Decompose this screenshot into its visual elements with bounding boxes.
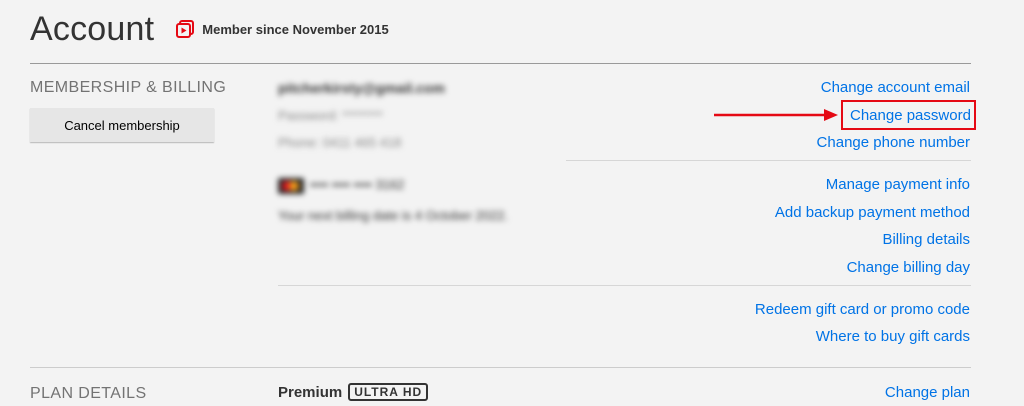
where-to-buy-gift-cards-link[interactable]: Where to buy gift cards — [816, 328, 970, 345]
plan-name: Premium — [278, 383, 343, 401]
section-divider — [30, 367, 971, 368]
change-account-email-link[interactable]: Change account email — [821, 79, 970, 96]
member-since-text: Member since November 2015 — [202, 21, 389, 37]
manage-payment-info-link[interactable]: Manage payment info — [826, 176, 970, 193]
header-divider — [30, 63, 971, 64]
account-info-divider — [566, 160, 971, 161]
plan-details-label: PLAN DETAILS — [30, 385, 147, 402]
plan-quality-badge: ULTRA HD — [348, 383, 429, 401]
billing-details-link[interactable]: Billing details — [882, 231, 970, 248]
redeem-gift-card-link[interactable]: Redeem gift card or promo code — [755, 301, 970, 318]
cancel-membership-button[interactable]: Cancel membership — [30, 108, 214, 142]
add-backup-payment-link[interactable]: Add backup payment method — [775, 204, 970, 221]
page-header: Account Member since November 2015 — [30, 6, 389, 52]
card-number-redacted: •••• •••• •••• 3162 — [310, 177, 405, 192]
change-password-link[interactable]: Change password — [850, 107, 971, 124]
payment-divider — [278, 285, 971, 286]
change-phone-number-link[interactable]: Change phone number — [817, 134, 970, 151]
password-redacted: Password: ******** — [278, 108, 383, 123]
phone-redacted: Phone: 0411 465 418 — [278, 135, 402, 150]
change-plan-link[interactable]: Change plan — [885, 384, 970, 401]
account-email-redacted: pitcherkirsty@gmail.com — [278, 80, 445, 96]
plan-info: Premium ULTRA HD — [278, 383, 429, 401]
page-title: Account — [30, 9, 155, 48]
billing-date-redacted: Your next billing date is 4 October 2022… — [278, 208, 509, 223]
member-badge-icon — [176, 20, 195, 38]
pointer-arrow-icon — [714, 109, 838, 121]
payment-card-redacted: •••• •••• •••• 3162 — [278, 177, 404, 194]
card-brand-icon — [278, 177, 304, 194]
change-billing-day-link[interactable]: Change billing day — [847, 259, 970, 276]
membership-billing-label: MEMBERSHIP & BILLING — [30, 79, 227, 96]
